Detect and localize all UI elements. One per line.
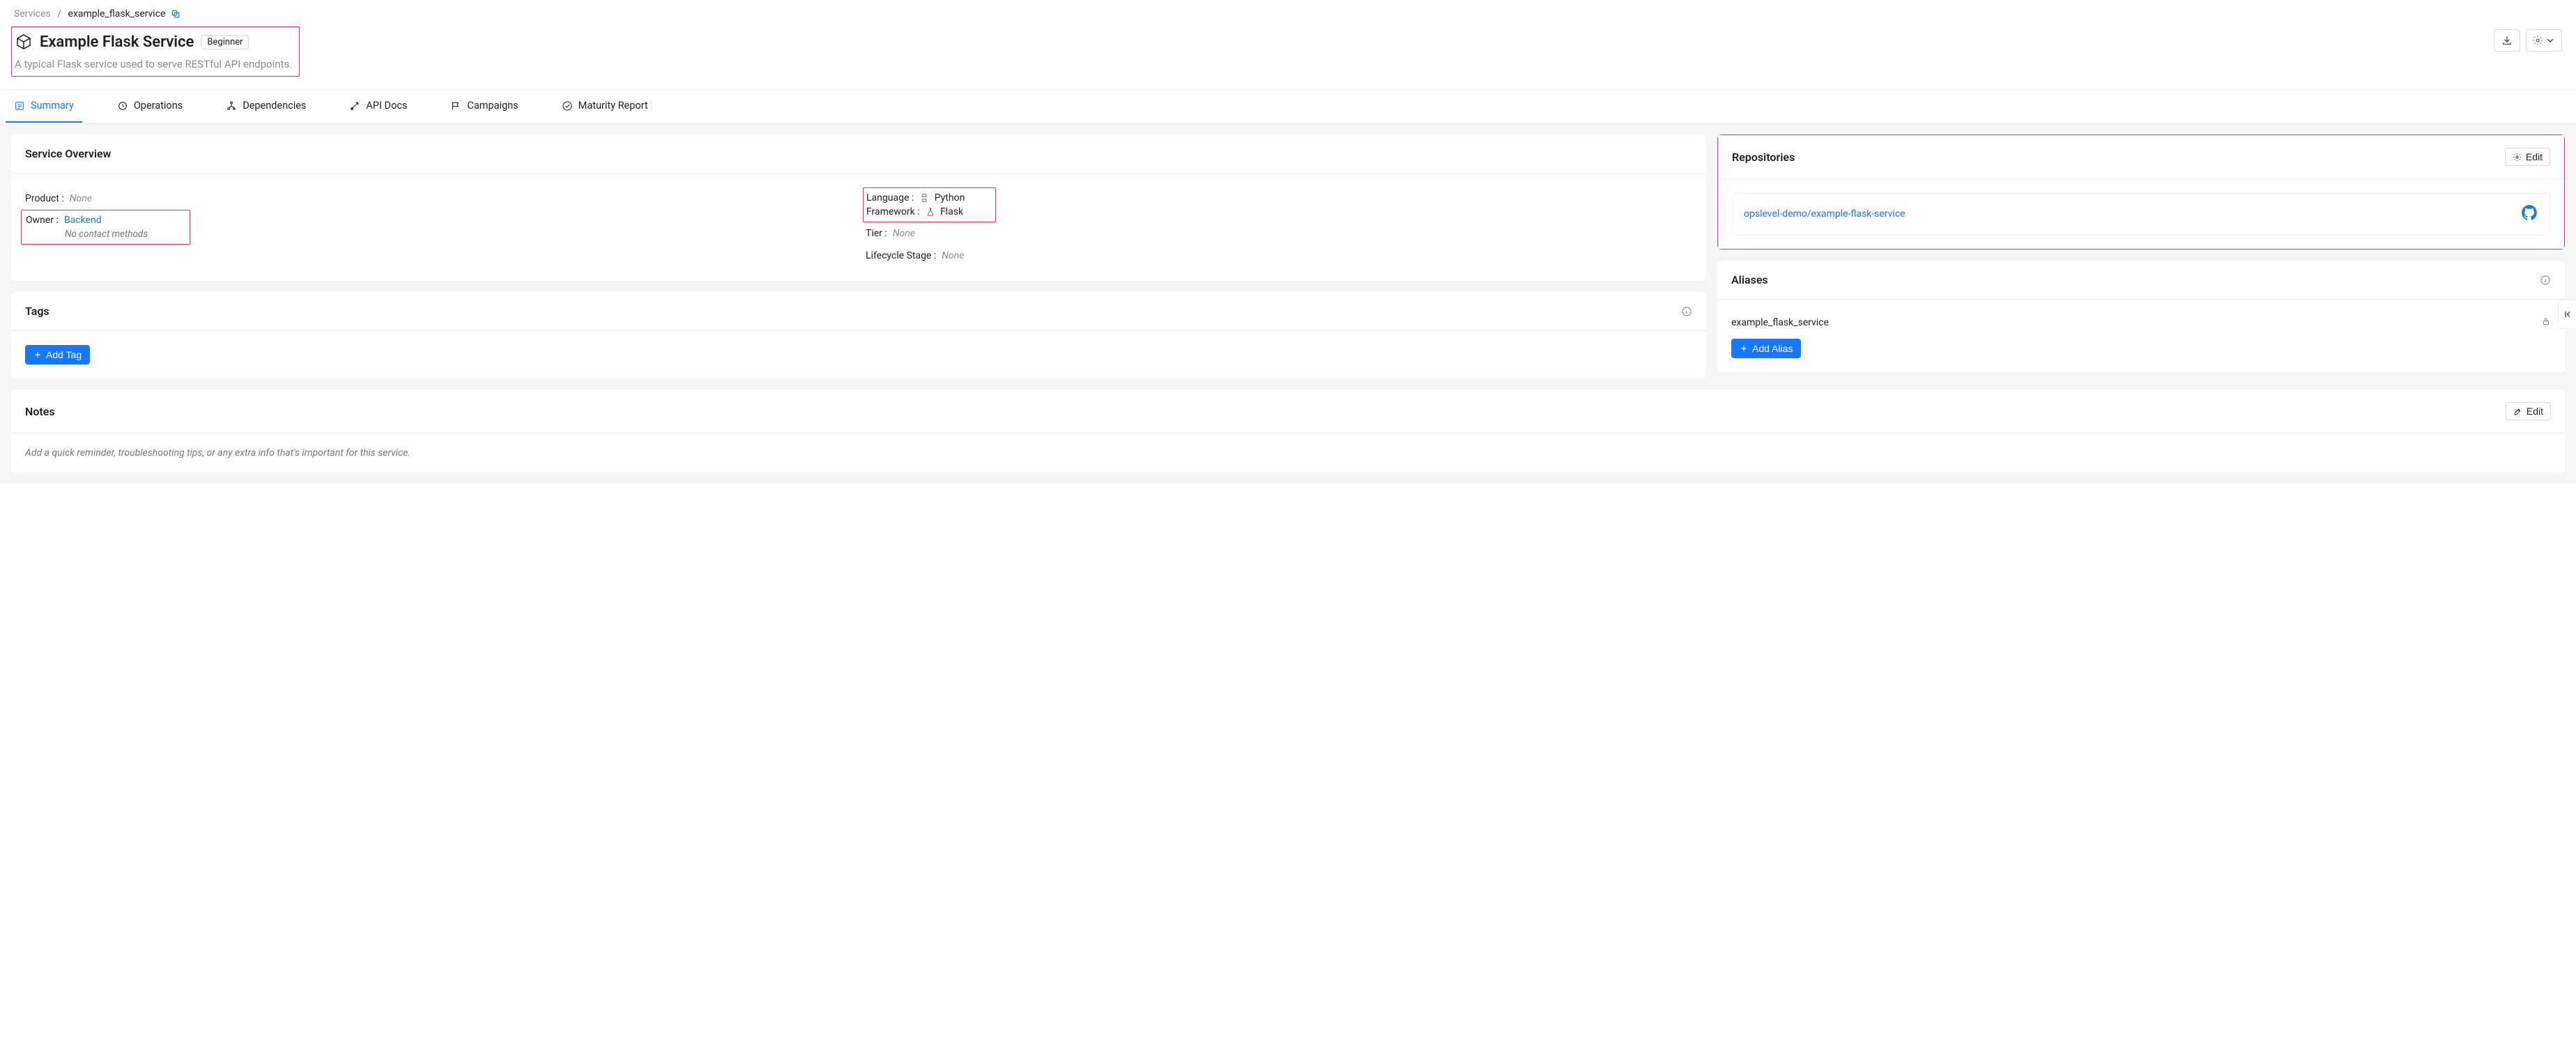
repository-item[interactable]: opslevel-demo/example-flask-service xyxy=(1732,193,2550,235)
card-repositories: Repositories Edit opslevel-demo/example-… xyxy=(1717,135,2565,249)
tab-operations[interactable]: Operations xyxy=(109,90,191,123)
content: Service Overview Product None Owner Back… xyxy=(0,123,2576,484)
notes-edit-button[interactable]: Edit xyxy=(2506,402,2551,420)
alias-value: example_flask_service xyxy=(1731,317,1829,328)
button-label: Add Alias xyxy=(1752,343,1793,354)
field-value: None xyxy=(70,193,92,204)
settings-dropdown-button[interactable] xyxy=(2526,29,2562,52)
tab-label: Dependencies xyxy=(243,100,306,112)
card-service-overview: Service Overview Product None Owner Back… xyxy=(11,135,1706,281)
tab-summary[interactable]: Summary xyxy=(6,90,82,123)
overview-lang-framework: Language Python Framework xyxy=(863,187,996,222)
lock-icon xyxy=(2541,316,2551,329)
tab-label: Maturity Report xyxy=(578,100,648,112)
info-icon[interactable] xyxy=(1681,306,1692,317)
notes-placeholder[interactable]: Add a quick reminder, troubleshooting ti… xyxy=(11,433,2565,473)
field-value: Flask xyxy=(926,206,964,217)
card-tags: Tags Add Tag xyxy=(11,292,1706,378)
field-label: Lifecycle Stage xyxy=(866,250,936,261)
repositories-edit-button[interactable]: Edit xyxy=(2505,148,2550,166)
tab-dependencies[interactable]: Dependencies xyxy=(217,90,314,123)
page-title: Example Flask Service xyxy=(40,33,194,51)
flask-icon xyxy=(926,207,935,217)
tab-campaigns[interactable]: Campaigns xyxy=(442,90,526,123)
page-subtitle: A typical Flask service used to serve RE… xyxy=(15,58,292,70)
field-value: Python xyxy=(919,192,965,203)
button-label: Edit xyxy=(2526,151,2543,162)
overview-tier: Tier None xyxy=(866,222,1692,245)
tab-label: Summary xyxy=(31,100,74,112)
breadcrumb-separator: / xyxy=(57,8,61,20)
add-tag-button[interactable]: Add Tag xyxy=(25,345,90,364)
tab-maturity-report[interactable]: Maturity Report xyxy=(553,90,657,123)
header-actions xyxy=(2494,29,2562,52)
repository-link[interactable]: opslevel-demo/example-flask-service xyxy=(1744,208,1906,220)
alias-item: example_flask_service xyxy=(1731,314,2551,339)
field-value: None xyxy=(893,228,915,239)
title-block: Example Flask Service Beginner A typical… xyxy=(11,26,300,77)
field-label: Owner xyxy=(26,215,59,226)
field-label: Tier xyxy=(866,228,887,239)
tab-label: Campaigns xyxy=(467,100,518,112)
card-notes: Notes Edit Add a quick reminder, trouble… xyxy=(11,390,2565,473)
field-label: Language xyxy=(866,192,914,203)
card-title: Tags xyxy=(25,305,49,318)
tab-label: API Docs xyxy=(366,100,407,112)
tabs: Summary Operations Dependencies API Docs… xyxy=(0,89,2576,123)
card-aliases: Aliases example_flask_service Add Alias xyxy=(1717,261,2565,372)
tab-api-docs[interactable]: API Docs xyxy=(341,90,415,123)
breadcrumb-root[interactable]: Services xyxy=(14,8,51,20)
collapse-handle[interactable] xyxy=(2558,300,2576,329)
card-title: Service Overview xyxy=(25,147,111,160)
breadcrumb: Services / example_flask_service xyxy=(0,0,2576,20)
level-badge: Beginner xyxy=(201,35,249,49)
overview-product: Product None xyxy=(25,187,852,210)
field-label: Product xyxy=(25,193,64,204)
owner-contact-note: No contact methods xyxy=(65,229,148,240)
python-icon xyxy=(919,193,929,203)
card-title: Aliases xyxy=(1731,273,1768,286)
copy-icon[interactable] xyxy=(171,9,181,19)
add-alias-button[interactable]: Add Alias xyxy=(1731,339,1801,358)
overview-lifecycle: Lifecycle Stage None xyxy=(866,245,1692,267)
page-header: Example Flask Service Beginner A typical… xyxy=(0,20,2576,89)
github-icon xyxy=(2520,203,2538,224)
breadcrumb-current: example_flask_service xyxy=(68,8,166,20)
card-title: Notes xyxy=(25,405,55,418)
tab-label: Operations xyxy=(134,100,183,112)
field-label: Framework xyxy=(866,206,920,217)
owner-link[interactable]: Backend xyxy=(64,215,102,226)
overview-owner: Owner Backend No contact methods xyxy=(21,210,190,245)
export-button[interactable] xyxy=(2494,29,2520,52)
card-title: Repositories xyxy=(1732,151,1795,164)
info-icon[interactable] xyxy=(2540,275,2551,286)
button-label: Edit xyxy=(2527,406,2543,417)
button-label: Add Tag xyxy=(46,349,82,360)
cube-icon xyxy=(15,33,33,51)
field-value: None xyxy=(942,250,964,261)
